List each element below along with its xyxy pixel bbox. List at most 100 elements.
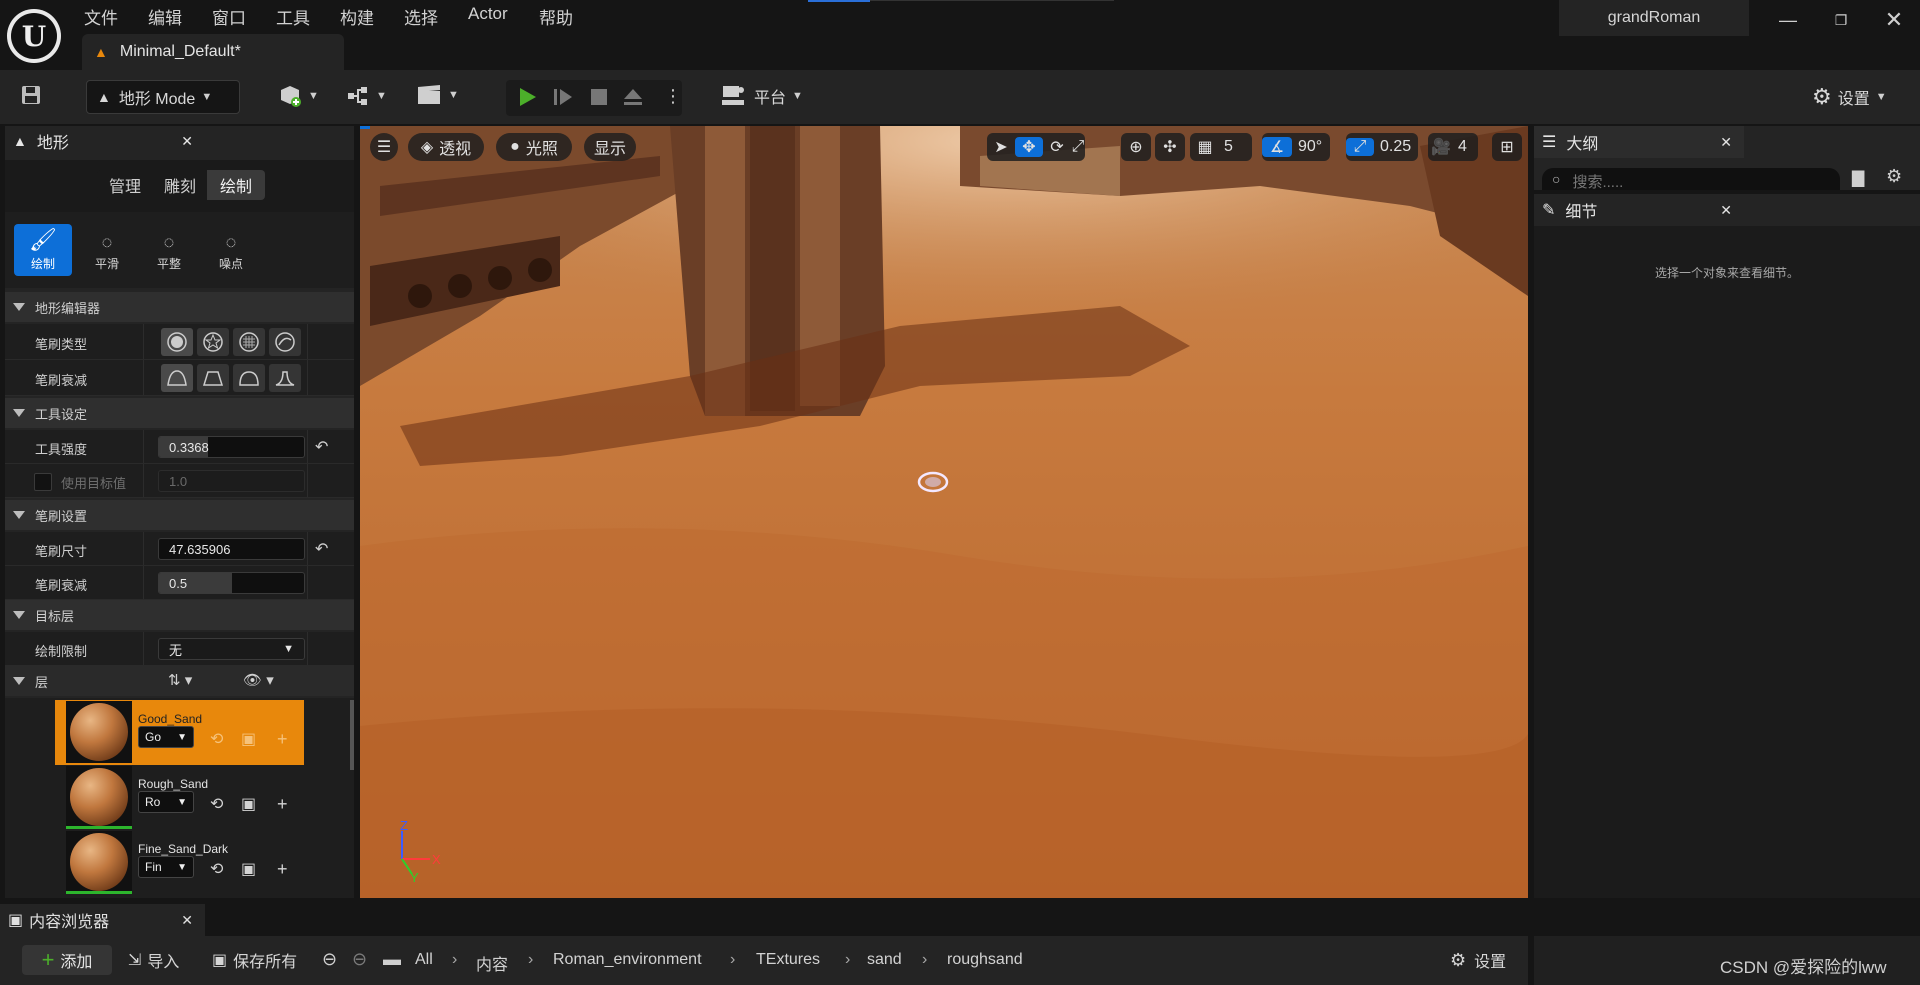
blueprint-button[interactable]: ▼: [346, 84, 387, 108]
breadcrumb-textures[interactable]: TExtures: [756, 951, 820, 969]
section-landscape-editor[interactable]: 地形编辑器: [5, 292, 354, 322]
sync-icon[interactable]: ⟲: [210, 859, 223, 879]
menu-window[interactable]: 窗口: [212, 4, 246, 28]
brush-falloff-field[interactable]: 0.5: [158, 572, 305, 594]
restore-icon[interactable]: ❐: [1829, 8, 1853, 32]
folder-icon[interactable]: ▣: [241, 729, 256, 749]
reset-icon[interactable]: ↶: [315, 539, 328, 559]
falloff-smooth-icon[interactable]: [161, 364, 193, 392]
lighting-button[interactable]: ● 光照: [496, 133, 572, 161]
menu-select[interactable]: 选择: [404, 4, 438, 28]
perspective-button[interactable]: ◈ 透视: [408, 133, 484, 161]
minimize-icon[interactable]: —: [1776, 8, 1800, 32]
platform-button[interactable]: 平台 ▼: [720, 84, 803, 108]
breadcrumb-roman-environment[interactable]: Roman_environment: [553, 951, 702, 969]
forward-icon[interactable]: ⊖: [352, 949, 367, 970]
outliner-tab[interactable]: ☰ 大纲 ✕: [1534, 126, 1744, 158]
play-icon[interactable]: [516, 86, 538, 108]
content-settings-button[interactable]: ⚙ 设置: [1450, 948, 1506, 972]
cinematics-button[interactable]: ▼: [416, 84, 459, 106]
target-value-field[interactable]: 1.0: [158, 470, 305, 492]
layer-item-fine-sand-dark[interactable]: Fine_Sand_Dark Fin ▼ ⟲ ▣ +: [55, 830, 304, 895]
viewport-layout-icon[interactable]: ⊞: [1492, 133, 1522, 161]
layer-item-good-sand[interactable]: Good_Sand Go ▼ ⟲ ▣ +: [55, 700, 304, 765]
menu-actor[interactable]: Actor: [468, 4, 508, 26]
breadcrumb-roughsand[interactable]: roughsand: [947, 951, 1023, 969]
mode-dropdown[interactable]: ▲ 地形 Mode ▼: [86, 80, 240, 114]
close-tab-icon[interactable]: ✕: [1720, 202, 1732, 219]
tool-flatten[interactable]: ◌ 平整: [140, 224, 198, 276]
section-layers[interactable]: 层 ⇅ ▾ 👁 ▾: [5, 666, 354, 696]
layer-dropdown[interactable]: Go ▼: [138, 726, 194, 748]
save-icon[interactable]: [20, 84, 42, 106]
menu-tools[interactable]: 工具: [276, 4, 310, 28]
unreal-logo-icon[interactable]: U: [7, 9, 61, 63]
rotation-snap-group[interactable]: ∡ 90°: [1262, 133, 1330, 161]
tool-smooth[interactable]: ◌ 平滑: [78, 224, 136, 276]
falloff-linear-icon[interactable]: [197, 364, 229, 392]
back-icon[interactable]: ⊖: [322, 949, 337, 970]
advance-frame-icon[interactable]: [552, 86, 574, 108]
brush-component-icon[interactable]: [269, 328, 301, 356]
close-tab-icon[interactable]: ✕: [1720, 134, 1732, 151]
translate-icon[interactable]: ✥: [1015, 137, 1043, 157]
section-tool-settings[interactable]: 工具设定: [5, 398, 354, 428]
tool-paint[interactable]: 🖌 绘制: [14, 224, 72, 276]
use-target-checkbox[interactable]: [34, 473, 52, 491]
close-tab-icon[interactable]: ✕: [181, 133, 193, 150]
show-button[interactable]: 显示: [584, 133, 636, 161]
folder-icon[interactable]: ▬: [383, 949, 401, 970]
sync-icon[interactable]: ⟲: [210, 794, 223, 814]
import-button[interactable]: ⇲ 导入: [128, 948, 179, 972]
stop-icon[interactable]: [589, 87, 609, 107]
layer-dropdown[interactable]: Ro ▼: [138, 791, 194, 813]
breadcrumb-all[interactable]: All: [415, 951, 433, 969]
falloff-tip-icon[interactable]: [269, 364, 301, 392]
save-all-button[interactable]: ▣ 保存所有: [212, 948, 297, 972]
visibility-icon[interactable]: 👁 ▾: [243, 671, 274, 689]
add-folder-icon[interactable]: ▇: [1852, 168, 1864, 188]
gear-icon[interactable]: ⚙: [1886, 166, 1902, 187]
layer-dropdown[interactable]: Fin ▼: [138, 856, 194, 878]
menu-edit[interactable]: 编辑: [148, 4, 182, 28]
select-arrow-icon[interactable]: ➤: [987, 137, 1015, 157]
folder-icon[interactable]: ▣: [241, 794, 256, 814]
rotate-icon[interactable]: ⟳: [1043, 137, 1071, 157]
layer-item-rough-sand[interactable]: Rough_Sand Ro ▼ ⟲ ▣ +: [55, 765, 304, 830]
section-target-layer[interactable]: 目标层: [5, 600, 354, 630]
brush-alpha-icon[interactable]: [197, 328, 229, 356]
outliner-search-input[interactable]: ○ 搜索.....: [1542, 168, 1840, 190]
add-icon[interactable]: +: [277, 859, 288, 880]
world-local-icon[interactable]: ⊕: [1121, 133, 1151, 161]
breadcrumb-content[interactable]: 内容: [476, 951, 508, 975]
level-tab[interactable]: ▲ Minimal_Default*: [82, 34, 344, 70]
details-tab[interactable]: ✎ 细节 ✕: [1534, 194, 1744, 226]
camera-speed-group[interactable]: 🎥 4: [1428, 133, 1478, 161]
mode-manage[interactable]: 管理: [97, 170, 153, 200]
grid-snap-group[interactable]: ▦ 5: [1190, 133, 1252, 161]
scale-snap-group[interactable]: ⤢ 0.25: [1346, 133, 1418, 161]
reset-icon[interactable]: ↶: [315, 437, 328, 457]
landscape-tab[interactable]: ▲ 地形 ✕: [5, 126, 205, 158]
level-viewport[interactable]: Z X Y: [360, 126, 1528, 898]
menu-file[interactable]: 文件: [84, 4, 118, 28]
section-brush-settings[interactable]: 笔刷设置: [5, 500, 354, 530]
brush-pattern-icon[interactable]: [233, 328, 265, 356]
hamburger-menu-icon[interactable]: ☰: [370, 133, 398, 161]
paint-limit-dropdown[interactable]: 无 ▼: [158, 638, 305, 660]
add-icon[interactable]: +: [277, 729, 288, 750]
content-browser-tab[interactable]: ▣ 内容浏览器 ✕: [0, 904, 205, 936]
eject-icon[interactable]: [622, 86, 644, 108]
add-actor-button[interactable]: ▼: [278, 84, 319, 108]
close-tab-icon[interactable]: ✕: [181, 912, 193, 929]
mode-sculpt[interactable]: 雕刻: [153, 170, 207, 200]
close-window-icon[interactable]: ✕: [1882, 8, 1906, 32]
add-icon[interactable]: +: [277, 794, 288, 815]
menu-help[interactable]: 帮助: [539, 4, 573, 28]
tool-strength-field[interactable]: 0.3368: [158, 436, 305, 458]
tool-noise[interactable]: ◌ 噪点: [202, 224, 260, 276]
add-button[interactable]: + 添加: [22, 945, 112, 975]
surface-snap-icon[interactable]: ✣: [1155, 133, 1185, 161]
falloff-spherical-icon[interactable]: [233, 364, 265, 392]
sync-icon[interactable]: ⟲: [210, 729, 223, 749]
